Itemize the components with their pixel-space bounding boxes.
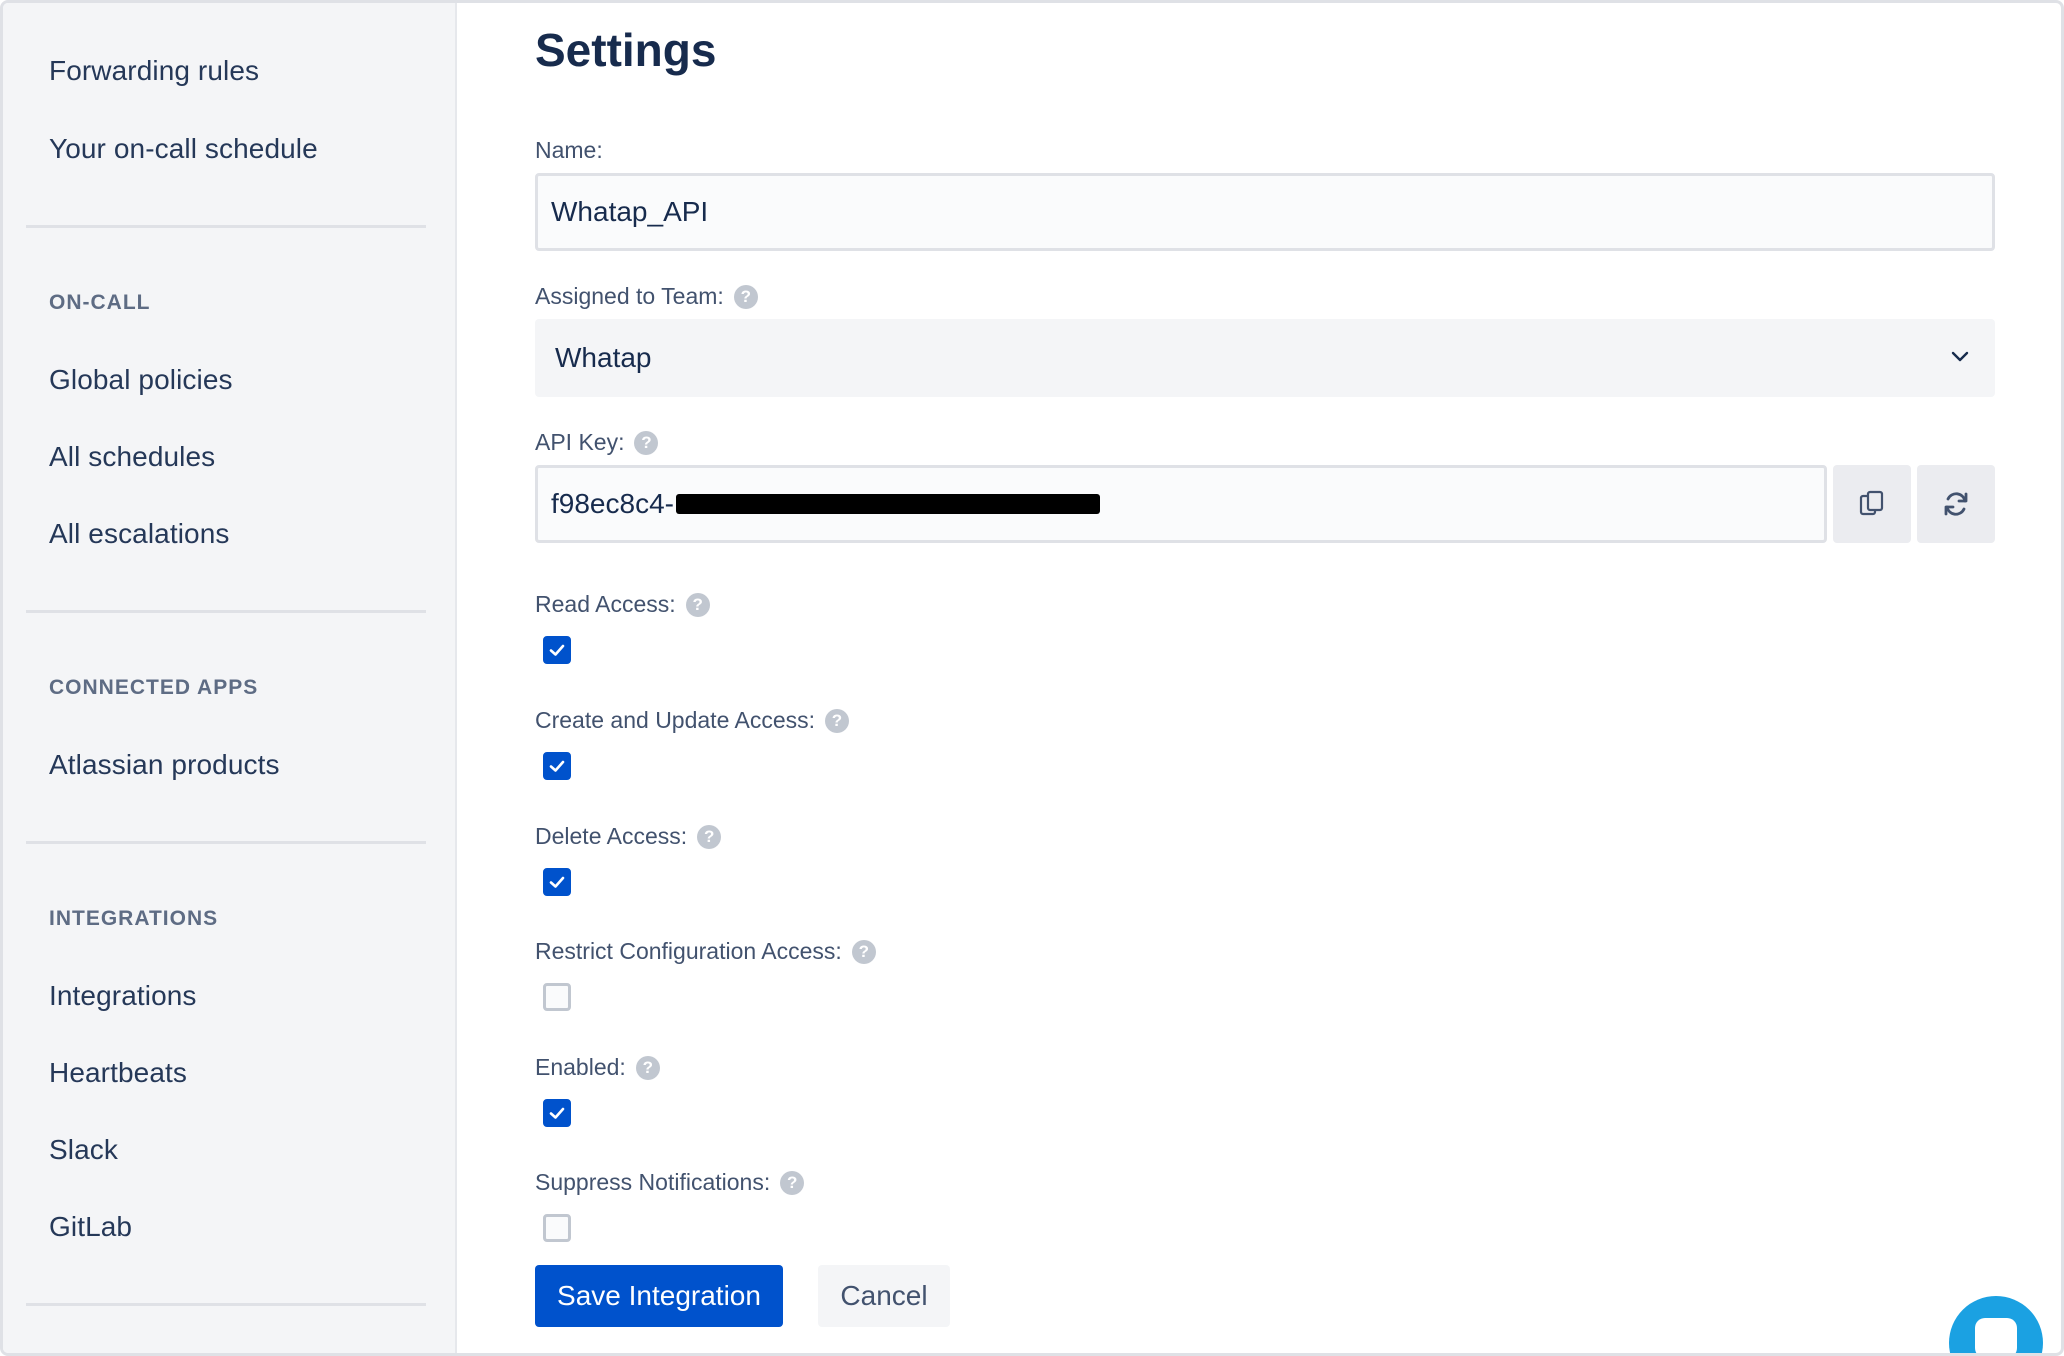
sidebar-divider xyxy=(26,1303,426,1306)
create-update-access-label: Create and Update Access: ? xyxy=(535,707,849,734)
question-circle-icon[interactable]: ? xyxy=(780,1170,805,1195)
settings-form: Settings Name: Assigned to Team: ? Whata… xyxy=(535,3,1995,1353)
name-label: Name: xyxy=(535,137,603,164)
team-select[interactable]: Whatap xyxy=(535,319,1995,397)
create-update-access-label-text: Create and Update Access: xyxy=(535,707,815,733)
sidebar-item-atlassian-products[interactable]: Atlassian products xyxy=(49,749,280,781)
chevron-down-icon xyxy=(1951,351,1969,362)
sidebar-item-all-schedules[interactable]: All schedules xyxy=(49,441,215,473)
redaction-bar xyxy=(675,494,1100,514)
restrict-config-access-checkbox[interactable] xyxy=(543,983,571,1011)
create-update-access-checkbox[interactable] xyxy=(543,752,571,780)
sidebar-item-global-policies[interactable]: Global policies xyxy=(49,364,233,396)
save-integration-button[interactable]: Save Integration xyxy=(535,1265,783,1327)
restrict-config-access-label: Restrict Configuration Access: ? xyxy=(535,938,876,965)
question-circle-icon[interactable]: ? xyxy=(635,1055,660,1080)
copy-icon xyxy=(1859,490,1884,516)
enabled-checkbox[interactable] xyxy=(543,1099,571,1127)
sidebar-item-slack[interactable]: Slack xyxy=(49,1134,118,1166)
question-circle-icon[interactable]: ? xyxy=(634,430,659,455)
checkmark-icon xyxy=(549,876,565,888)
question-circle-icon[interactable]: ? xyxy=(733,284,758,309)
question-circle-icon[interactable]: ? xyxy=(851,939,876,964)
sidebar-item-heartbeats[interactable]: Heartbeats xyxy=(49,1057,187,1089)
checkmark-icon xyxy=(549,644,565,656)
question-circle-icon[interactable]: ? xyxy=(685,592,710,617)
section-title-integrations: INTEGRATIONS xyxy=(49,907,219,930)
sidebar-item-on-call-schedule[interactable]: Your on-call schedule xyxy=(49,133,318,165)
api-key-label-text: API Key: xyxy=(535,429,625,455)
enabled-label: Enabled: ? xyxy=(535,1054,660,1081)
suppress-notifications-label-text: Suppress Notifications: xyxy=(535,1169,771,1195)
question-circle-icon[interactable]: ? xyxy=(825,708,849,733)
name-input[interactable] xyxy=(535,173,1995,251)
team-select-value: Whatap xyxy=(555,342,652,373)
copy-api-key-button[interactable] xyxy=(1833,465,1911,543)
cancel-button[interactable]: Cancel xyxy=(818,1265,950,1327)
sidebar-item-all-escalations[interactable]: All escalations xyxy=(49,518,229,550)
section-title-connected-apps: CONNECTED APPS xyxy=(49,676,259,699)
app-window: Forwarding rules Your on-call schedule O… xyxy=(0,0,2064,1356)
delete-access-label-text: Delete Access: xyxy=(535,823,688,849)
read-access-checkbox[interactable] xyxy=(543,636,571,664)
question-circle-icon[interactable]: ? xyxy=(697,824,722,849)
team-label-text: Assigned to Team: xyxy=(535,283,724,309)
regenerate-api-key-button[interactable] xyxy=(1917,465,1995,543)
read-access-label-text: Read Access: xyxy=(535,591,676,617)
sidebar-item-forwarding-rules[interactable]: Forwarding rules xyxy=(49,55,259,87)
sidebar-item-gitlab[interactable]: GitLab xyxy=(49,1211,132,1243)
team-label: Assigned to Team: ? xyxy=(535,283,758,310)
suppress-notifications-label: Suppress Notifications: ? xyxy=(535,1169,805,1196)
sidebar-divider xyxy=(26,225,426,228)
page-title: Settings xyxy=(535,24,717,76)
read-access-label: Read Access: ? xyxy=(535,591,710,618)
sidebar-item-integrations[interactable]: Integrations xyxy=(49,980,197,1012)
chat-icon xyxy=(1975,1318,2017,1353)
restrict-config-access-label-text: Restrict Configuration Access: xyxy=(535,938,842,964)
api-key-row: f98ec8c4- xyxy=(535,465,1995,543)
suppress-notifications-checkbox[interactable] xyxy=(543,1214,571,1242)
checkmark-icon xyxy=(549,1107,565,1119)
checkmark-icon xyxy=(549,760,565,772)
sidebar-divider xyxy=(26,841,426,844)
sidebar-divider xyxy=(26,610,426,613)
refresh-icon xyxy=(1944,492,1968,516)
api-key-input[interactable]: f98ec8c4- xyxy=(535,465,1827,543)
delete-access-checkbox[interactable] xyxy=(543,868,571,896)
api-key-label: API Key: ? xyxy=(535,429,659,456)
name-label-text: Name: xyxy=(535,137,603,163)
enabled-label-text: Enabled: xyxy=(535,1054,626,1080)
sidebar: Forwarding rules Your on-call schedule O… xyxy=(3,3,457,1353)
section-title-on-call: ON-CALL xyxy=(49,291,151,314)
api-key-value: f98ec8c4- xyxy=(551,488,674,519)
delete-access-label: Delete Access: ? xyxy=(535,823,722,850)
